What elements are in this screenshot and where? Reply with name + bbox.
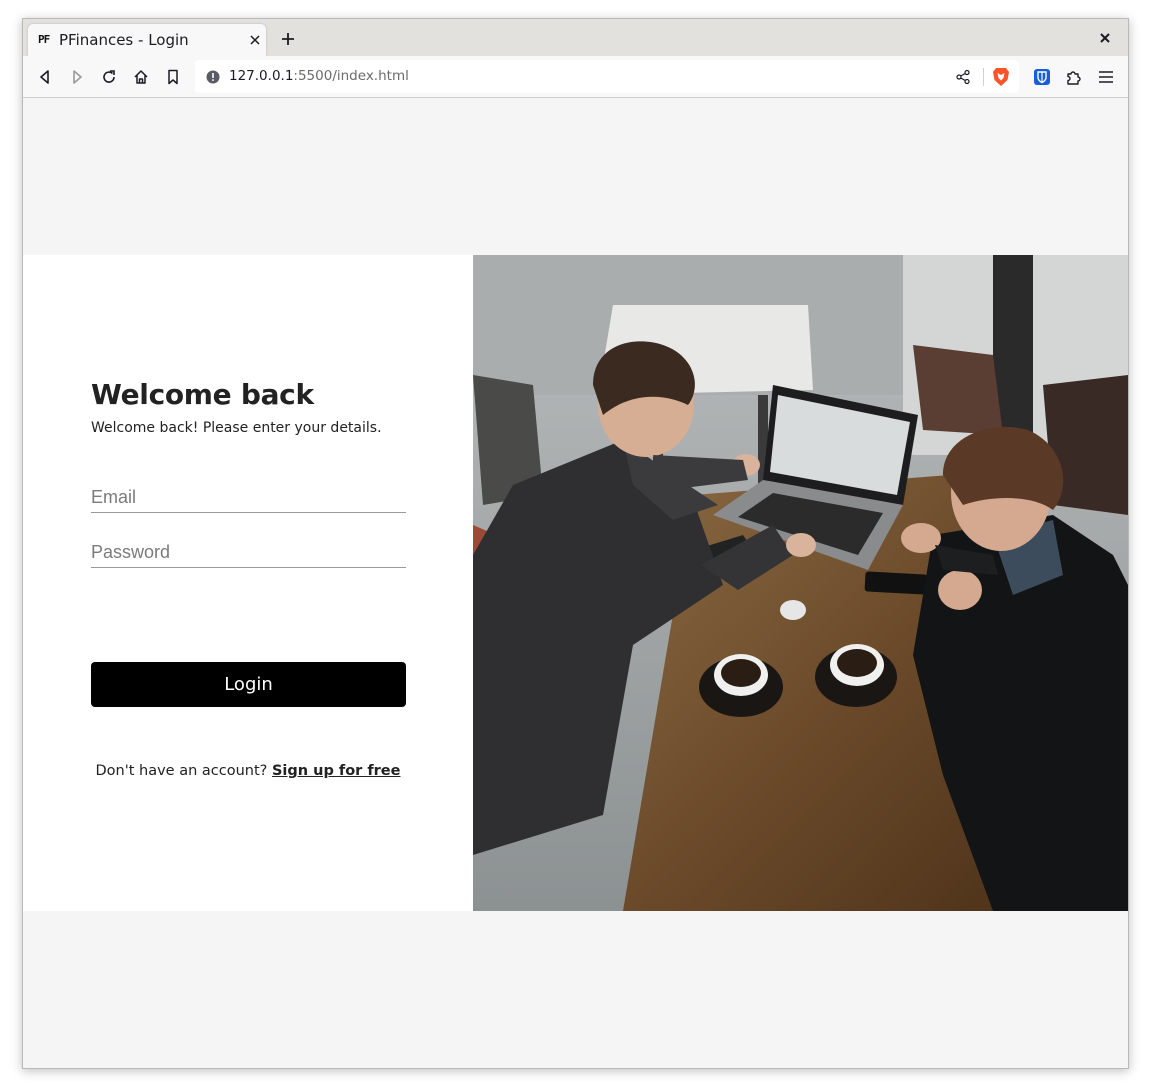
page-subtitle: Welcome back! Please enter your details. — [91, 420, 382, 436]
signup-link[interactable]: Sign up for free — [272, 763, 401, 779]
back-arrow-icon[interactable] — [36, 68, 54, 86]
page-content: Welcome back Welcome back! Please enter … — [23, 98, 1128, 1068]
url-path: :5500/index.html — [293, 68, 409, 84]
hero-illustration — [473, 255, 1128, 911]
hero-photo — [473, 255, 1128, 911]
window-close-icon[interactable] — [1098, 31, 1112, 45]
forward-arrow-icon[interactable] — [68, 68, 86, 86]
login-button[interactable]: Login — [91, 662, 406, 707]
login-card: Welcome back Welcome back! Please enter … — [23, 255, 1128, 911]
reload-icon[interactable] — [100, 68, 118, 86]
urlbar-separator — [983, 68, 984, 86]
login-form: Welcome back Welcome back! Please enter … — [23, 255, 473, 911]
brave-lion-icon[interactable] — [992, 67, 1010, 87]
email-field[interactable] — [91, 482, 406, 513]
tab-title: PFinances - Login — [59, 31, 189, 49]
favicon-icon: PF — [38, 33, 50, 46]
bitwarden-shield-icon[interactable] — [1033, 68, 1051, 86]
bookmark-icon[interactable] — [164, 68, 182, 86]
close-tab-icon[interactable] — [248, 33, 262, 47]
new-tab-icon[interactable] — [280, 31, 296, 47]
share-icon[interactable] — [955, 69, 971, 85]
signup-prompt-line: Don't have an account? Sign up for free — [23, 763, 473, 779]
site-info-icon[interactable] — [206, 70, 220, 84]
address-bar[interactable]: 127.0.0.1:5500/index.html — [195, 60, 1019, 93]
url-text[interactable]: 127.0.0.1:5500/index.html — [229, 68, 409, 84]
puzzle-piece-icon[interactable] — [1065, 68, 1083, 86]
navigation-toolbar: 127.0.0.1:5500/index.html — [23, 56, 1128, 98]
browser-window: PF PFinances - Login 127.0.0.1:5500/inde… — [22, 18, 1129, 1069]
hamburger-menu-icon[interactable] — [1097, 68, 1115, 86]
password-field[interactable] — [91, 537, 406, 568]
home-icon[interactable] — [132, 68, 150, 86]
signup-prompt: Don't have an account? — [95, 763, 268, 779]
url-host: 127.0.0.1 — [229, 68, 294, 84]
page-title: Welcome back — [91, 378, 314, 411]
tab-bar: PF PFinances - Login — [23, 19, 1128, 56]
active-tab[interactable]: PF PFinances - Login — [28, 24, 266, 56]
